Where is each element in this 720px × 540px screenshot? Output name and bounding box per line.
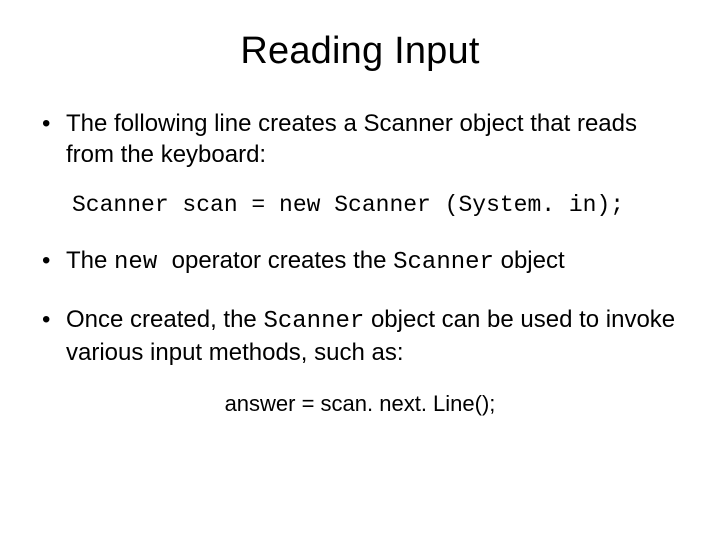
bullet-3-code-scanner: Scanner: [263, 308, 364, 335]
bullet-1-text: The following line creates a Scanner obj…: [66, 110, 637, 168]
code-line-2: answer = scan. next. Line();: [32, 391, 688, 417]
bullet-2-part-e: object: [494, 247, 565, 274]
bullet-2-part-a: The: [66, 247, 114, 274]
bullet-3-part-a: Once created, the: [66, 306, 263, 333]
bullet-3: Once created, the Scanner object can be …: [40, 305, 688, 368]
bullet-2-code-new: new: [114, 249, 172, 276]
bullet-1: The following line creates a Scanner obj…: [40, 109, 688, 170]
bullet-2-code-scanner: Scanner: [393, 249, 494, 276]
bullet-list: The following line creates a Scanner obj…: [32, 109, 688, 170]
bullet-2: The new operator creates the Scanner obj…: [40, 246, 688, 279]
slide: Reading Input The following line creates…: [0, 0, 720, 540]
code-line-1: Scanner scan = new Scanner (System. in);: [72, 192, 688, 218]
slide-title: Reading Input: [32, 30, 688, 73]
bullet-2-part-c: operator creates the: [172, 247, 393, 274]
bullet-list-2: The new operator creates the Scanner obj…: [32, 246, 688, 368]
